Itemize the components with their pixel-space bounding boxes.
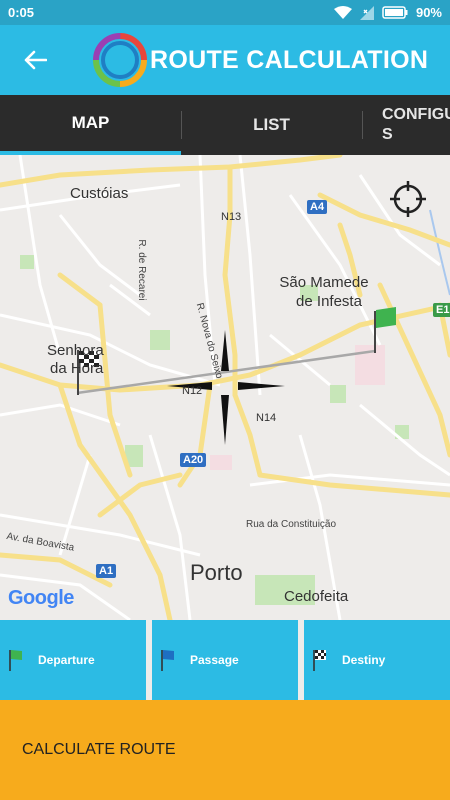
place-label: Cedofeita bbox=[284, 588, 349, 605]
checkered-flag-icon bbox=[313, 650, 326, 671]
highway-shield: A4 bbox=[307, 200, 328, 214]
battery-percent: 90% bbox=[415, 5, 442, 20]
passage-label: Passage bbox=[190, 653, 239, 667]
highway-shield: E1 bbox=[433, 303, 450, 317]
tab-configurations[interactable]: CONFIGU S bbox=[362, 95, 450, 155]
green-flag-icon bbox=[9, 650, 22, 671]
page-title: ROUTE CALCULATION bbox=[150, 45, 429, 74]
no-signal-icon bbox=[359, 5, 374, 20]
place-label: Senhora bbox=[47, 342, 104, 359]
arrow-left-icon bbox=[24, 50, 47, 70]
road-label: N14 bbox=[256, 412, 277, 424]
crosshair-icon bbox=[390, 181, 426, 217]
battery-icon bbox=[382, 6, 408, 19]
street-label: R. de Recarei bbox=[136, 239, 147, 301]
waypoint-actions: Departure Passage Destiny bbox=[0, 620, 450, 700]
tab-divider bbox=[181, 111, 182, 139]
locate-button[interactable] bbox=[388, 179, 428, 219]
destiny-label: Destiny bbox=[342, 653, 386, 667]
map-view[interactable]: Custóias São Mamede de Infesta Senhora d… bbox=[0, 155, 450, 620]
calculate-route-label: CALCULATE ROUTE bbox=[22, 741, 176, 758]
tab-map[interactable]: MAP bbox=[0, 95, 181, 155]
highway-shield: A20 bbox=[180, 453, 207, 467]
google-logo-text: Google bbox=[8, 587, 74, 609]
place-label: Porto bbox=[190, 560, 243, 585]
app-bar: ROUTE CALCULATION bbox=[0, 25, 450, 95]
road-label: N12 bbox=[182, 385, 203, 397]
place-label: de Infesta bbox=[296, 293, 362, 310]
google-logo: Google bbox=[8, 587, 74, 610]
destiny-button[interactable]: Destiny bbox=[304, 620, 450, 700]
tab-divider bbox=[362, 111, 363, 139]
place-label: da Hora bbox=[50, 360, 104, 377]
status-bar: 0:05 90% bbox=[0, 0, 450, 25]
street-label: Rua da Constituição bbox=[246, 519, 337, 530]
tab-bar: MAP LIST CONFIGU S bbox=[0, 95, 450, 155]
departure-label: Departure bbox=[38, 653, 95, 667]
calculate-route-button[interactable]: CALCULATE ROUTE bbox=[0, 700, 450, 800]
wifi-icon bbox=[333, 5, 352, 19]
road-label: N13 bbox=[221, 211, 242, 223]
place-label: Custóias bbox=[70, 185, 129, 202]
back-button[interactable] bbox=[0, 25, 70, 95]
departure-button[interactable]: Departure bbox=[0, 620, 146, 700]
blue-flag-icon bbox=[161, 650, 174, 671]
tab-list[interactable]: LIST bbox=[181, 95, 362, 155]
app-logo bbox=[93, 33, 147, 87]
passage-button[interactable]: Passage bbox=[152, 620, 298, 700]
highway-shield: A1 bbox=[96, 564, 117, 578]
status-time: 0:05 bbox=[8, 5, 35, 20]
place-label: São Mamede bbox=[279, 274, 369, 291]
